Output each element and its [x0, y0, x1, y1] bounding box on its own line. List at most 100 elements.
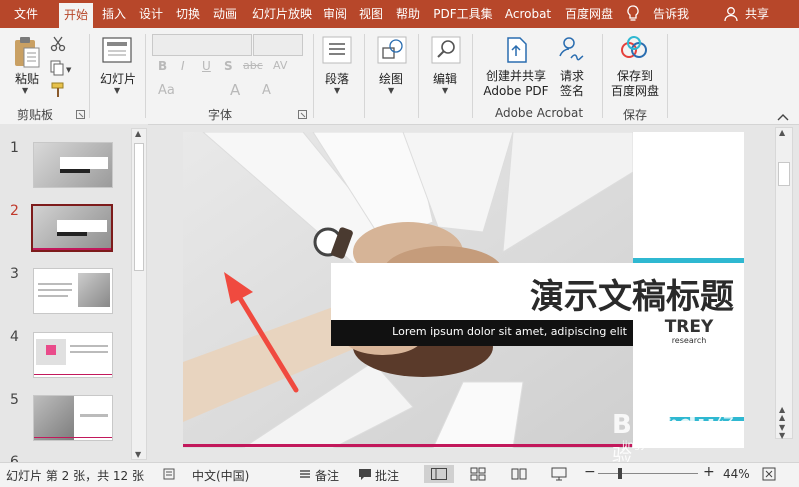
user-icon: [722, 0, 740, 28]
tab-pdf-tools[interactable]: PDF工具集: [428, 0, 498, 28]
editing-button[interactable]: 编辑: [428, 70, 462, 87]
status-bar: 幻灯片 第 2 张，共 12 张 中文(中国) 备注 批注 − + 44%: [0, 462, 799, 487]
char-spacing-button[interactable]: AV: [273, 59, 287, 72]
watermark-brand: Bai: [612, 410, 659, 440]
drawing-icon[interactable]: [377, 36, 407, 67]
tab-transitions[interactable]: 切换: [172, 0, 204, 28]
watermark-brand-2: du: [678, 410, 716, 440]
new-slide-icon[interactable]: [102, 36, 132, 67]
scroll-down-icon[interactable]: ▼: [135, 450, 141, 459]
baidu-netdisk-icon[interactable]: [619, 36, 649, 65]
tab-animations[interactable]: 动画: [209, 0, 241, 28]
slide-thumbnail-4[interactable]: [33, 332, 113, 378]
save-to-baidu-button[interactable]: 保存到 百度网盘: [606, 69, 664, 99]
slide-scrollbar[interactable]: ▲ ▲ ▲ ▼ ▼: [775, 127, 793, 440]
tab-file[interactable]: 文件: [6, 0, 46, 28]
editing-search-icon[interactable]: [431, 36, 461, 67]
comments-button[interactable]: 批注: [375, 467, 399, 484]
slide-sorter-view-icon[interactable]: [470, 467, 486, 484]
thumbnail-scrollbar-thumb[interactable]: [134, 143, 144, 271]
strikethrough-button[interactable]: abc: [243, 59, 263, 72]
new-slide-button[interactable]: 幻灯片: [96, 70, 140, 87]
slide-subtitle-box[interactable]: Lorem ipsum dolor sit amet, adipiscing e…: [331, 320, 633, 346]
clipboard-launcher-icon[interactable]: [76, 108, 85, 122]
share-button[interactable]: 共享: [740, 0, 774, 28]
bold-button[interactable]: B: [158, 59, 167, 73]
underline-button[interactable]: U: [202, 59, 211, 73]
tell-me-search[interactable]: 告诉我: [650, 0, 692, 28]
paste-dropdown-icon[interactable]: ▼: [22, 86, 28, 95]
font-color-button[interactable]: A: [230, 81, 240, 99]
ribbon-separator: [364, 34, 365, 118]
reading-view-icon[interactable]: [511, 467, 527, 484]
paragraph-button[interactable]: 段落: [320, 70, 354, 87]
thumbnail-number: 3: [10, 266, 19, 282]
prev-slide-icon[interactable]: ▲ ▲: [779, 406, 785, 422]
notes-icon[interactable]: [298, 467, 312, 484]
zoom-slider[interactable]: [598, 468, 698, 479]
slide-canvas[interactable]: 演示文稿标题 Lorem ipsum dolor sit amet, adipi…: [183, 132, 744, 448]
comments-icon[interactable]: [358, 467, 372, 484]
create-pdf-icon[interactable]: [503, 34, 529, 67]
copy-icon[interactable]: ▼: [50, 60, 72, 79]
slide-scrollbar-thumb[interactable]: [778, 162, 790, 186]
shadow-button[interactable]: S: [224, 59, 233, 73]
slide-thumbnail-5[interactable]: [33, 395, 113, 441]
thumbnail-number: 5: [10, 392, 19, 408]
italic-button[interactable]: I: [181, 59, 185, 73]
tab-home[interactable]: 开始: [59, 3, 93, 28]
clear-format-button[interactable]: A: [262, 83, 271, 98]
drawing-button[interactable]: 绘图: [374, 70, 408, 87]
font-family-dropdown[interactable]: [152, 34, 252, 56]
request-signature-button[interactable]: 请求 签名: [554, 69, 590, 99]
slide-thumbnail-pane: 1 2 3 4 5 6 ▲ ▼: [0, 124, 148, 470]
change-case-button[interactable]: Aa: [158, 83, 175, 98]
save-group-label: 保存: [622, 108, 647, 122]
paragraph-icon[interactable]: [322, 36, 352, 67]
zoom-slider-thumb[interactable]: [618, 468, 622, 479]
tab-review[interactable]: 审阅: [319, 0, 351, 28]
slide-subtitle: Lorem ipsum dolor sit amet, adipiscing e…: [392, 325, 627, 338]
tab-acrobat[interactable]: Acrobat: [501, 0, 555, 28]
scroll-up-icon[interactable]: ▲: [779, 128, 785, 137]
new-slide-dropdown-icon[interactable]: ▼: [114, 86, 120, 95]
create-share-pdf-button[interactable]: 创建并共享 Adobe PDF: [480, 69, 552, 99]
lightbulb-icon[interactable]: [624, 0, 642, 28]
font-launcher-icon[interactable]: [298, 108, 307, 122]
tab-insert[interactable]: 插入: [98, 0, 130, 28]
slide-title-box[interactable]: 演示文稿标题: [331, 263, 744, 320]
fit-slide-icon[interactable]: [762, 467, 776, 484]
tab-view[interactable]: 视图: [355, 0, 387, 28]
zoom-level[interactable]: 44%: [723, 467, 750, 481]
tab-help[interactable]: 帮助: [392, 0, 424, 28]
save-to-label-line2: 百度网盘: [610, 84, 659, 98]
paste-button[interactable]: 粘贴: [10, 70, 44, 87]
tab-baidu-netdisk[interactable]: 百度网盘: [559, 0, 619, 28]
font-size-dropdown[interactable]: [253, 34, 303, 56]
format-painter-icon[interactable]: [50, 82, 66, 101]
cut-icon[interactable]: [50, 36, 66, 55]
accessibility-icon[interactable]: [163, 467, 177, 484]
tab-design[interactable]: 设计: [135, 0, 167, 28]
language-indicator[interactable]: 中文(中国): [192, 467, 249, 484]
request-signature-icon[interactable]: [557, 34, 587, 67]
slide-thumbnail-1[interactable]: [33, 142, 113, 188]
paste-icon[interactable]: [12, 36, 42, 73]
slideshow-view-icon[interactable]: [551, 467, 567, 484]
tab-slideshow[interactable]: 幻灯片放映: [246, 0, 318, 28]
collapse-ribbon-icon[interactable]: [777, 110, 789, 124]
normal-view-icon[interactable]: [424, 465, 454, 483]
zoom-in-button[interactable]: +: [703, 464, 715, 480]
paragraph-dropdown-icon[interactable]: ▼: [334, 86, 340, 95]
next-slide-icon[interactable]: ▼ ▼: [779, 424, 785, 440]
slide-thumbnail-2[interactable]: [31, 204, 113, 252]
scroll-up-icon[interactable]: ▲: [135, 129, 141, 138]
drawing-dropdown-icon[interactable]: ▼: [388, 86, 394, 95]
notes-button[interactable]: 备注: [315, 467, 339, 484]
editing-dropdown-icon[interactable]: ▼: [442, 86, 448, 95]
thumbnail-scrollbar[interactable]: ▲ ▼: [131, 128, 147, 460]
font-group-label: 字体: [207, 108, 232, 122]
slide-thumbnail-3[interactable]: [33, 268, 113, 314]
trey-research-logo: TREY research: [661, 318, 717, 345]
zoom-out-button[interactable]: −: [584, 464, 596, 480]
